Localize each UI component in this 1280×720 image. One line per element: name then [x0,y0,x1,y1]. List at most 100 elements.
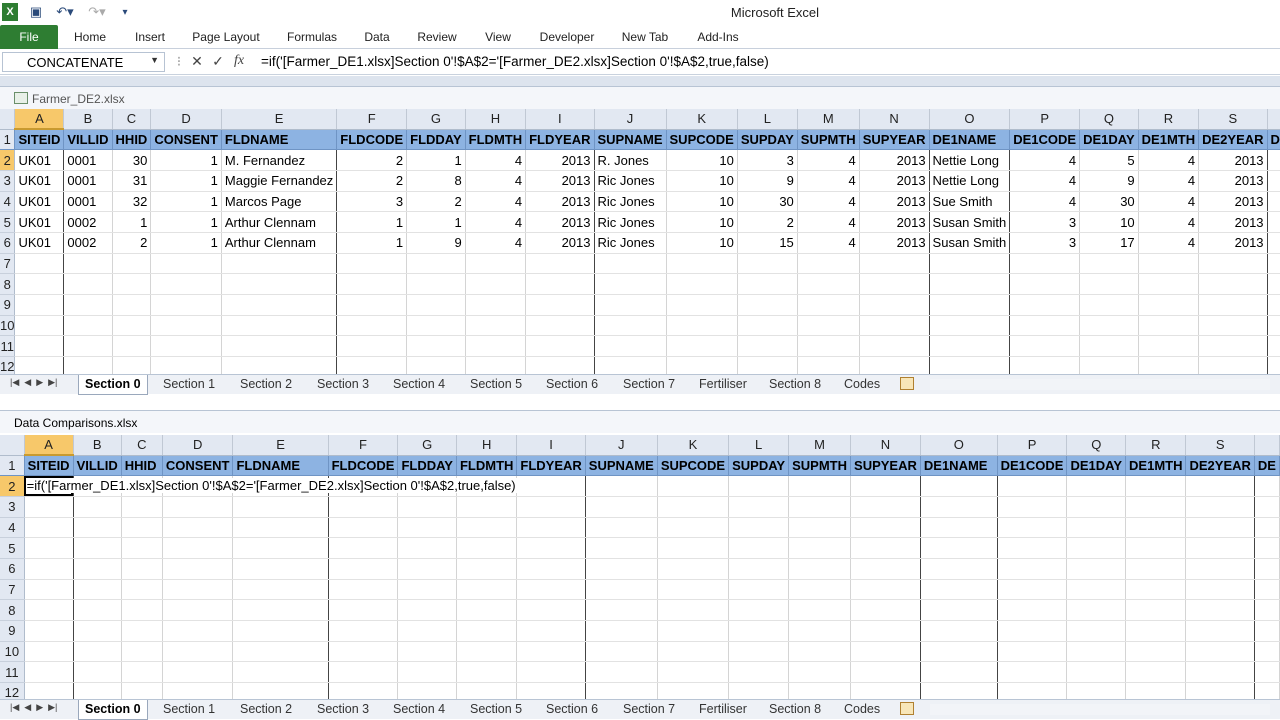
grid-cell[interactable]: 15 [737,232,798,254]
grid-cell[interactable] [1138,294,1200,316]
grid-cell[interactable]: DE1MTH [1125,455,1187,477]
grid-cell[interactable] [797,335,860,358]
grid-cell[interactable] [1185,496,1255,518]
tab-home[interactable]: Home [74,30,106,44]
grid-cell[interactable] [1066,620,1127,642]
column-header[interactable]: B [63,109,113,130]
row-header[interactable]: 9 [0,620,25,642]
grid-cell[interactable] [14,294,65,316]
grid-cell[interactable] [1138,273,1200,295]
grid-cell[interactable] [997,496,1068,518]
sheet-tab[interactable]: Section 1 [159,702,219,716]
grid-cell[interactable] [1066,496,1127,518]
column-header[interactable]: K [657,435,730,456]
grid-cell[interactable] [465,335,527,358]
grid-cell[interactable]: 1 [112,211,152,233]
grid-cell[interactable]: DE1DAY [1066,455,1127,477]
grid-cell[interactable] [1079,315,1139,337]
grid-cell[interactable] [516,475,586,497]
grid-cell[interactable] [24,620,74,642]
grid-cell[interactable] [788,517,852,539]
column-header[interactable] [1254,435,1280,456]
grid-cell[interactable] [525,294,595,316]
column-header[interactable]: R [1138,109,1200,130]
grid-cell[interactable] [516,641,586,663]
grid-cell[interactable] [336,273,408,295]
grid-cell[interactable] [1079,335,1139,358]
grid-cell[interactable]: Sue Smith [929,191,1011,213]
grid-cell[interactable]: 2 [406,191,466,213]
grid-cell[interactable] [920,537,998,559]
grid-cell[interactable] [328,496,399,518]
grid-cell[interactable] [788,641,852,663]
row-header[interactable]: 6 [0,558,25,580]
grid-cell[interactable]: UK01 [14,170,65,192]
grid-cell[interactable]: FLDMTH [456,455,518,477]
grid-cell[interactable] [859,294,930,316]
grid-cell[interactable] [1009,315,1081,337]
sheet-tab[interactable]: Fertiliser [695,377,751,391]
grid-cell[interactable]: FLDCODE [328,455,399,477]
grid-cell[interactable] [1198,335,1268,358]
grid-cell[interactable] [397,661,457,684]
row-header[interactable]: 1 [0,455,25,477]
grid-cell[interactable] [585,496,658,518]
grid-cell[interactable]: SUPNAME [594,129,667,151]
grid-cell[interactable]: 2013 [859,149,930,171]
grid-cell[interactable] [585,599,658,621]
grid-cell[interactable] [456,517,518,539]
grid-cell[interactable]: SUPDAY [728,455,790,477]
column-header[interactable]: A [24,435,74,456]
grid-cell[interactable]: DE1CODE [1009,129,1081,151]
grid-cell[interactable]: VILLID [63,129,113,151]
grid-cell[interactable]: UK01 [14,232,65,254]
grid-cell[interactable] [112,335,152,358]
grid-cell[interactable] [1254,599,1280,621]
grid-cell[interactable] [121,620,163,642]
prev-sheet-icon[interactable]: ◀ [24,377,31,388]
grid-cell[interactable]: 10 [666,191,738,213]
row-header[interactable]: 4 [0,517,25,539]
first-sheet-icon[interactable]: |◀ [10,377,19,388]
grid-cell[interactable]: Arthur Clennam [221,232,338,254]
grid-cell[interactable] [920,496,998,518]
row-header[interactable]: 7 [0,579,25,601]
grid-cell[interactable]: 4 [1138,211,1200,233]
row-header[interactable]: 8 [0,599,25,621]
grid-cell[interactable] [162,496,234,518]
grid-cell[interactable] [73,579,122,601]
grid-cell[interactable] [850,599,921,621]
sheet-tab[interactable]: Section 5 [466,377,526,391]
sheet-tab[interactable]: Section 7 [619,377,679,391]
grid-cell[interactable] [121,641,163,663]
grid-cell[interactable] [585,475,658,497]
horizontal-scrollbar[interactable] [930,379,1270,390]
grid-cell[interactable] [121,599,163,621]
grid-cell[interactable] [24,579,74,601]
grid-cell[interactable] [1267,191,1280,213]
grid-cell[interactable]: 2 [336,149,408,171]
grid-cell[interactable] [221,294,338,316]
row-header[interactable]: 6 [0,232,16,254]
grid-cell[interactable] [525,315,595,337]
grid-cell[interactable] [859,273,930,295]
grid-cell[interactable] [1066,475,1127,497]
column-header[interactable] [1267,109,1280,130]
grid-cell[interactable] [525,335,595,358]
grid-cell[interactable] [24,517,74,539]
grid-cell[interactable]: FLDDAY [406,129,466,151]
column-header[interactable]: L [728,435,790,456]
grid-cell[interactable] [657,641,730,663]
column-header[interactable]: Q [1066,435,1127,456]
grid-cell[interactable]: 1 [406,211,466,233]
grid-cell[interactable] [920,558,998,580]
grid-cell[interactable] [1185,661,1255,684]
grid-cell[interactable] [1185,537,1255,559]
column-header[interactable]: D [150,109,222,130]
column-header[interactable]: C [112,109,152,130]
column-header[interactable]: J [585,435,658,456]
grid-cell[interactable] [657,517,730,539]
grid-cell[interactable]: SUPNAME [585,455,658,477]
grid-cell[interactable] [328,661,399,684]
grid-cell[interactable] [63,335,113,358]
